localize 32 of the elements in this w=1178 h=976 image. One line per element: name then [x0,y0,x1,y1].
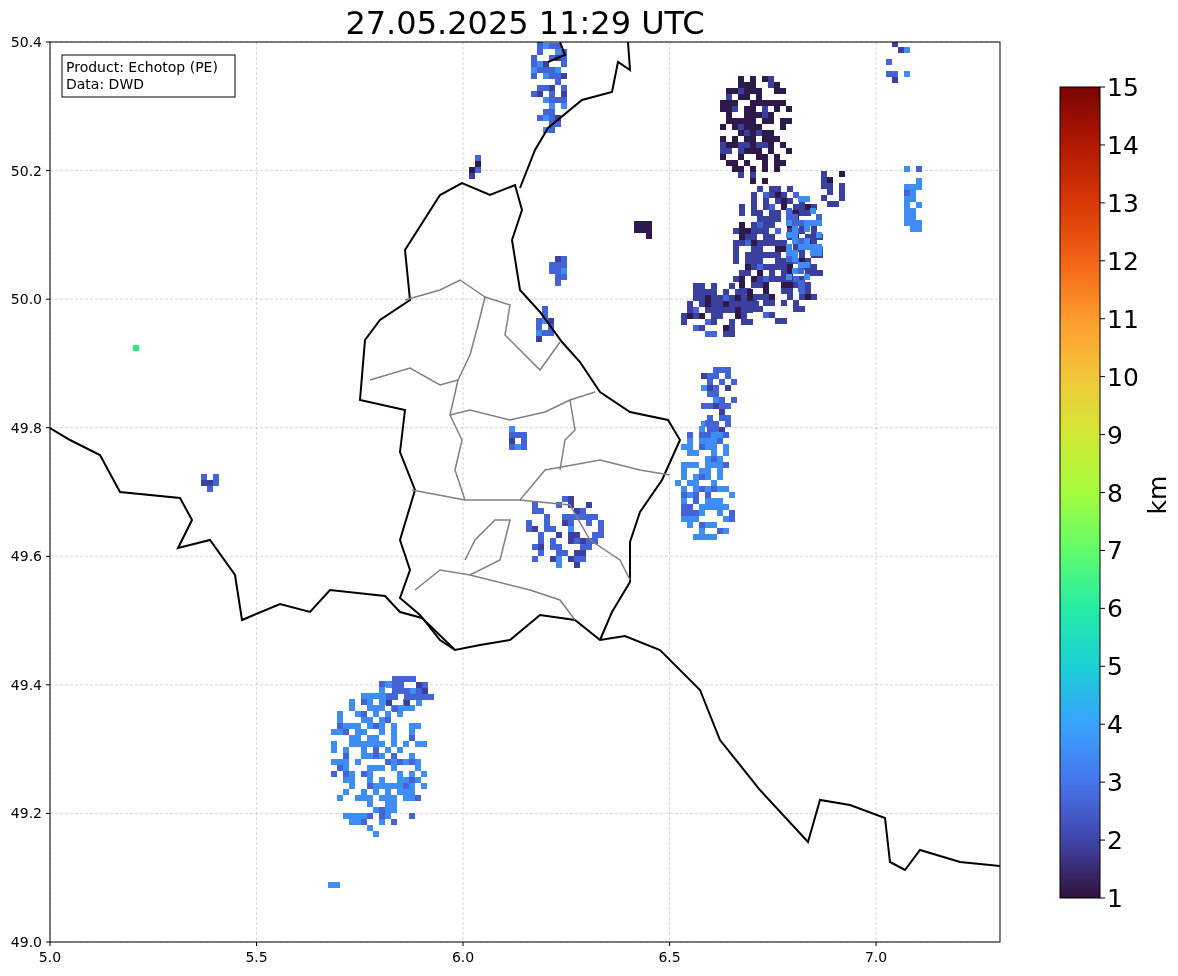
colorbar-label: km [1143,475,1172,515]
colorbar-tick-label: 13 [1107,188,1139,218]
colorbar-tick-label: 2 [1107,826,1123,856]
axis-tick-label: 6.5 [658,949,681,965]
axis-tick-label: 7.0 [864,949,888,965]
colorbar-tick-label: 1 [1107,884,1123,913]
axis-tick-label: 5.5 [245,949,268,965]
colorbar-tick-label: 4 [1107,710,1123,740]
colorbar-tick-label: 15 [1107,73,1139,102]
colorbar-tick-label: 7 [1107,536,1123,566]
colorbar-tick-label: 8 [1107,478,1123,508]
axis-tick-label: 49.4 [10,676,42,693]
colorbar-tick-label: 3 [1107,768,1123,798]
chart-title: 27.05.2025 11:29 UTC [345,4,705,42]
colorbar-tick-label: 6 [1107,594,1123,624]
annotation-text: Product: Echotop (PE) [66,59,218,75]
colorbar-tick-label: 10 [1107,362,1139,392]
annotation-text: Data: DWD [66,76,144,92]
colorbar-tick-label: 9 [1107,420,1123,450]
colorbar-tick-label: 5 [1107,652,1123,682]
axis-tick-label: 49.8 [10,419,42,436]
colorbar-tick-label: 12 [1107,246,1139,276]
axis-tick-label: 50.0 [10,291,42,308]
colorbar-tick-label: 14 [1107,130,1139,160]
axis-tick-label: 49.6 [10,548,42,565]
axis-tick-label: 49.0 [10,934,42,950]
axis-tick-label: 5.0 [38,949,62,965]
axis-tick-label: 6.0 [451,949,475,965]
axis-tick-label: 50.2 [10,162,42,179]
axis-tick-label: 49.2 [10,805,42,822]
axis-tick-label: 50.4 [10,34,42,50]
colorbar-tick-label: 11 [1107,304,1139,334]
